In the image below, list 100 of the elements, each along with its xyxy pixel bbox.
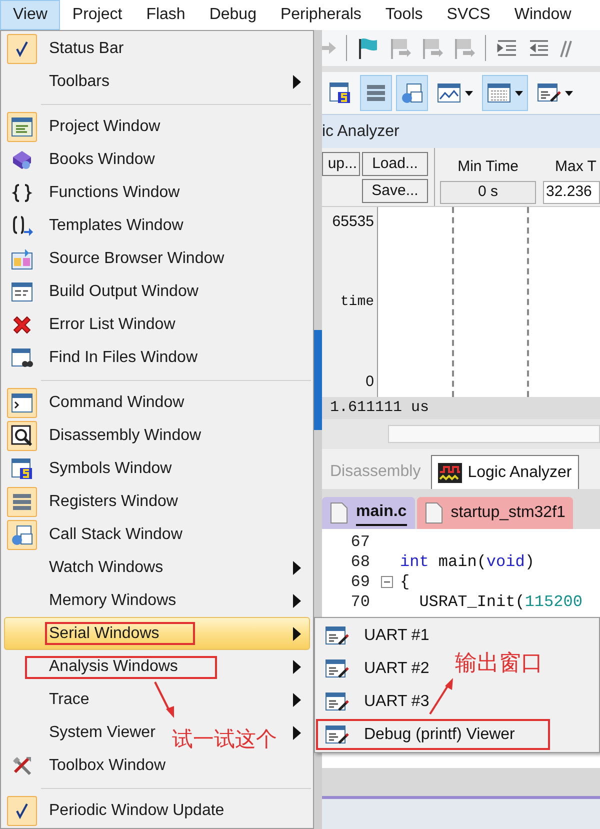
menu-item[interactable]: Memory Windows (5, 585, 176, 616)
panel-tab[interactable]: Logic Analyzer (430, 455, 579, 489)
annotation-arrow (154, 682, 174, 718)
max-time-label: Max T (554, 157, 598, 177)
serial-window-icon (325, 724, 349, 746)
file-tab[interactable]: startup_stm32f1 (416, 497, 574, 529)
max-time-field[interactable]: 32.236 (543, 180, 600, 204)
submenu-arrow-icon (293, 560, 301, 574)
registers-icon (365, 82, 387, 104)
submenu-arrow-icon (293, 626, 301, 640)
menu-item[interactable]: Debug (printf) Viewer (316, 719, 550, 750)
serial-window-icon (537, 82, 561, 104)
submenu-arrow-icon (293, 692, 301, 706)
find-window-icon (11, 346, 33, 368)
menu-item[interactable]: UART #1 (316, 620, 440, 651)
browser-window-icon (11, 248, 33, 270)
waveform-icon (438, 462, 462, 482)
panel-title: ic Analyzer (322, 114, 600, 148)
menu-item[interactable]: Trace (5, 684, 90, 715)
menu-item[interactable]: Build Output Window (5, 276, 198, 307)
caret-icon (515, 90, 523, 96)
grid-window-icon (487, 82, 511, 104)
output-window-icon (11, 280, 33, 302)
menu-item[interactable]: Command Window (5, 387, 184, 418)
line-number: 68 (350, 552, 371, 573)
code-line: { (400, 572, 410, 593)
submenu-arrow-icon (293, 74, 301, 88)
submenu-arrow-icon (293, 594, 301, 608)
submenu-arrow-icon (293, 726, 301, 740)
setup-button[interactable]: up... (322, 152, 360, 176)
menu-bar-item[interactable]: View (0, 0, 60, 30)
caret-icon (565, 90, 573, 96)
forward-arrow-icon (322, 41, 336, 55)
serial-window-icon (325, 658, 349, 680)
fold-toggle-icon (381, 576, 393, 588)
line-number: 70 (350, 592, 371, 613)
caret-icon (465, 90, 473, 96)
checkmark-icon (14, 40, 30, 56)
menu-item[interactable]: System Viewer (5, 717, 156, 748)
menu-bar-item[interactable]: SVCS (434, 0, 502, 30)
menu-item[interactable]: Analysis Windows (5, 651, 178, 682)
symbols-window-icon (329, 82, 351, 104)
annotation-arrow (429, 678, 453, 715)
menu-bar-item[interactable]: Debug (197, 0, 268, 30)
menu-item[interactable]: Serial Windows (5, 618, 160, 649)
annotation-text: 试一试这个 (172, 727, 277, 753)
annotation-text: 输出窗口 (455, 649, 543, 677)
menu-bar-item[interactable]: Project (60, 0, 134, 30)
load-button[interactable]: Load... (362, 152, 428, 176)
menu-item[interactable]: Error List Window (5, 309, 176, 340)
document-icon (424, 502, 443, 524)
flag-icon (357, 37, 379, 59)
menu-item[interactable]: Status Bar (5, 33, 124, 64)
menu-bar-item[interactable]: Tools (373, 0, 435, 30)
menu-item[interactable]: Watch Windows (5, 552, 164, 583)
chart-window-icon (437, 82, 461, 104)
menu-bar-item[interactable]: Window (502, 0, 584, 30)
menu-item[interactable]: Find In Files Window (5, 342, 198, 373)
menu-item[interactable]: Registers Window (5, 486, 178, 517)
serial-window-icon (325, 624, 349, 646)
menu-item[interactable]: Books Window (5, 144, 155, 175)
menu-bar-item[interactable]: Peripherals (268, 0, 374, 30)
menu-bar-item[interactable]: Flash (134, 0, 198, 30)
bookmark-step-icon (421, 37, 443, 59)
menu-item[interactable]: Toolbox Window (5, 750, 166, 781)
menu-item[interactable]: Symbols Window (5, 453, 172, 484)
axis-min-label: 0 (366, 372, 374, 392)
book-icon (11, 148, 33, 170)
checkmark-icon (14, 802, 30, 818)
bookmark-step-icon (453, 37, 475, 59)
min-time-field[interactable]: 0 s (440, 180, 536, 204)
serial-window-icon (325, 690, 349, 712)
submenu-arrow-icon (293, 660, 301, 674)
menu-item[interactable]: Disassembly Window (5, 420, 202, 451)
code-line: USRAT_Init(115200 (418, 592, 582, 613)
time-readout: 1.611111 us (330, 398, 430, 418)
menu-item[interactable]: Templates Window (5, 210, 184, 241)
menu-item[interactable]: Call Stack Window (5, 519, 182, 550)
braces-icon (11, 182, 33, 204)
symbols-window-icon (11, 458, 33, 480)
line-number: 67 (350, 532, 371, 553)
stacked-windows-icon (401, 82, 423, 104)
min-time-label: Min Time (458, 157, 518, 177)
menu-item[interactable]: UART #3 (316, 686, 440, 717)
line-number: 69 (322, 570, 400, 594)
bookmark-step-icon (389, 37, 411, 59)
code-line: int main(void) (400, 552, 534, 573)
menu-item[interactable]: Toolbars (5, 66, 110, 97)
menu-item[interactable]: Project Window (5, 111, 160, 142)
axis-max-label: 65535 (332, 212, 374, 232)
error-x-icon (11, 314, 33, 336)
template-icon (11, 214, 33, 236)
file-tab[interactable]: main.c (322, 497, 415, 529)
menu-item[interactable]: Source Browser Window (5, 243, 224, 274)
menu-item[interactable]: UART #2 (316, 653, 440, 684)
save-button[interactable]: Save... (362, 179, 428, 203)
scrollbar[interactable] (388, 425, 600, 443)
menu-item[interactable]: Periodic Window Update (5, 795, 224, 826)
menu-item[interactable]: Functions Window (5, 177, 180, 208)
document-icon (330, 502, 348, 524)
